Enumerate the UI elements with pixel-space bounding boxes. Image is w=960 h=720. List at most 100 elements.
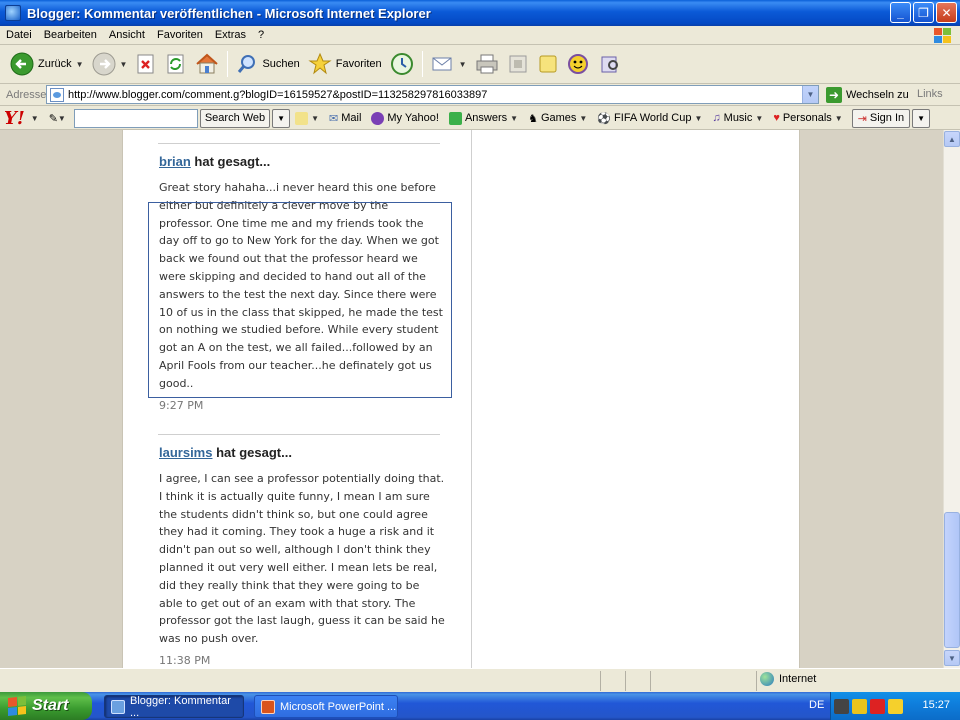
mail-icon	[432, 57, 452, 71]
games-dropdown-icon: ▼	[579, 113, 588, 123]
history-button[interactable]	[386, 48, 418, 80]
language-indicator[interactable]: DE	[809, 699, 824, 711]
vertical-scrollbar[interactable]: ▲ ▼	[943, 130, 960, 668]
forward-dropdown-icon[interactable]: ▼	[120, 60, 128, 69]
taskbar-item-powerpoint[interactable]: Microsoft PowerPoint ...	[254, 695, 398, 718]
title-bar[interactable]: Blogger: Kommentar veröffentlichen - Mic…	[0, 0, 960, 26]
toolbar-separator	[227, 51, 229, 77]
music-button[interactable]: ♫ Music ▼	[707, 112, 768, 124]
yahoo-search-input[interactable]	[73, 108, 198, 128]
start-button[interactable]: Start	[0, 692, 92, 720]
clock[interactable]: 15:27	[922, 699, 950, 711]
mail-button[interactable]: ▼	[427, 48, 471, 80]
home-button[interactable]	[191, 48, 223, 80]
sign-in-label: Sign In	[869, 112, 905, 124]
menu-bearbeiten[interactable]: Bearbeiten	[38, 29, 103, 41]
search-button[interactable]: Suchen	[232, 48, 303, 80]
favorites-button[interactable]: Favoriten	[304, 48, 386, 80]
menu-help[interactable]: ?	[252, 29, 270, 41]
sign-in-button[interactable]: ⇥ Sign In	[851, 108, 911, 128]
comment-said: hat gesagt...	[216, 445, 292, 460]
print-button[interactable]	[471, 48, 503, 80]
research-button[interactable]	[595, 48, 625, 80]
comment-author-link[interactable]: laursims	[159, 445, 212, 460]
menu-favoriten[interactable]: Favoriten	[151, 29, 209, 41]
scroll-down-button[interactable]: ▼	[944, 650, 960, 666]
menu-ansicht[interactable]: Ansicht	[103, 29, 151, 41]
yahoo-logo-icon[interactable]: Y!	[4, 108, 25, 129]
maximize-button[interactable]: ❐	[913, 2, 934, 23]
comment-body: I agree, I can see a professor potential…	[159, 472, 445, 646]
menu-extras[interactable]: Extras	[209, 29, 252, 41]
yahoo-messenger-icon	[567, 54, 588, 74]
zonealarm-icon[interactable]	[870, 698, 885, 714]
yahoo-mail-button[interactable]: ✉ Mail	[324, 112, 366, 125]
my-yahoo-icon	[371, 111, 385, 125]
refresh-button[interactable]	[161, 48, 191, 80]
minimize-button[interactable]: _	[890, 2, 911, 23]
url-dropdown-icon[interactable]: ▼	[802, 86, 818, 103]
sign-in-dropdown-icon[interactable]: ▼	[912, 108, 931, 128]
pencil-icon[interactable]: ✎	[49, 112, 58, 125]
search-web-dropdown-icon[interactable]: ▼	[272, 108, 291, 128]
close-button[interactable]: ✕	[936, 2, 957, 23]
games-button[interactable]: ♞ Games ▼	[523, 112, 592, 125]
tray-security-icon[interactable]	[852, 698, 867, 714]
discuss-button[interactable]	[533, 48, 563, 80]
mail-dropdown-icon[interactable]: ▼	[459, 60, 467, 69]
comment-header: laursims hat gesagt...	[159, 445, 445, 460]
task-label: Microsoft PowerPoint ...	[280, 700, 397, 713]
personals-button[interactable]: ♥ Personals ▼	[768, 112, 847, 124]
fifa-label: FIFA World Cup	[614, 112, 692, 124]
music-label: Music	[723, 112, 753, 124]
toolbar-separator	[421, 51, 423, 77]
my-yahoo-button[interactable]: My Yahoo!	[366, 111, 444, 125]
windows-flag-icon	[8, 696, 26, 716]
start-label: Start	[32, 697, 69, 714]
fifa-dropdown-icon: ▼	[694, 113, 703, 123]
search-web-label: Search Web	[204, 112, 266, 124]
stop-icon	[137, 54, 154, 74]
tray-messenger-icon[interactable]	[888, 698, 903, 714]
blog-comment-page: brian hat gesagt... Great story hahaha..…	[122, 130, 800, 668]
scroll-thumb[interactable]	[944, 512, 960, 648]
stop-button[interactable]	[131, 48, 161, 80]
games-label: Games	[540, 112, 577, 124]
internet-explorer-icon	[111, 699, 125, 714]
personals-dropdown-icon: ▼	[834, 113, 843, 123]
go-button[interactable]: ➜ Wechseln zu	[826, 87, 909, 103]
text-selection-box	[148, 202, 452, 398]
back-button[interactable]: Zurück ▼	[6, 48, 88, 80]
answers-button[interactable]: Answers ▼	[444, 111, 523, 125]
system-tray: DE 15:27	[809, 692, 960, 720]
scroll-up-button[interactable]: ▲	[944, 131, 960, 147]
edit-button[interactable]	[503, 48, 533, 80]
answers-icon	[448, 111, 462, 125]
links-button[interactable]: Links	[917, 88, 943, 100]
taskbar-item-blogger[interactable]: Blogger: Kommentar ...	[104, 695, 244, 719]
messenger-button[interactable]	[563, 48, 595, 80]
comment-timestamp[interactable]: 9:27 PM	[159, 399, 445, 412]
forward-button[interactable]: ▼	[88, 48, 132, 80]
fifa-world-cup-button[interactable]: ⚽ FIFA World Cup ▼	[592, 112, 707, 125]
search-label: Suchen	[262, 58, 300, 70]
answers-label: Answers	[464, 112, 508, 124]
tray-app-icon[interactable]	[834, 698, 849, 714]
menu-datei[interactable]: Datei	[0, 29, 38, 41]
comment-header: brian hat gesagt...	[159, 154, 445, 169]
back-arrow-icon	[10, 52, 34, 76]
back-dropdown-icon[interactable]: ▼	[76, 60, 84, 69]
comment-timestamp[interactable]: 11:38 PM	[159, 654, 445, 667]
status-bar: Internet	[0, 668, 960, 692]
yahoo-search-web-button[interactable]: Search Web	[199, 108, 271, 128]
back-label: Zurück	[38, 58, 72, 70]
pencil-dropdown-icon[interactable]: ▼	[58, 114, 66, 123]
url-input[interactable]: http://www.blogger.com/comment.g?blogID=…	[46, 85, 819, 104]
address-label: Adresse	[6, 88, 47, 101]
yahoo-menu-dropdown-icon[interactable]: ▼	[31, 114, 39, 123]
soccer-ball-icon: ⚽	[597, 112, 612, 125]
comment-author-link[interactable]: brian	[159, 154, 191, 169]
go-label: Wechseln zu	[846, 89, 909, 101]
sign-in-icon: ⇥	[857, 112, 867, 125]
yahoo-highlight-button[interactable]: ▼	[290, 111, 324, 125]
